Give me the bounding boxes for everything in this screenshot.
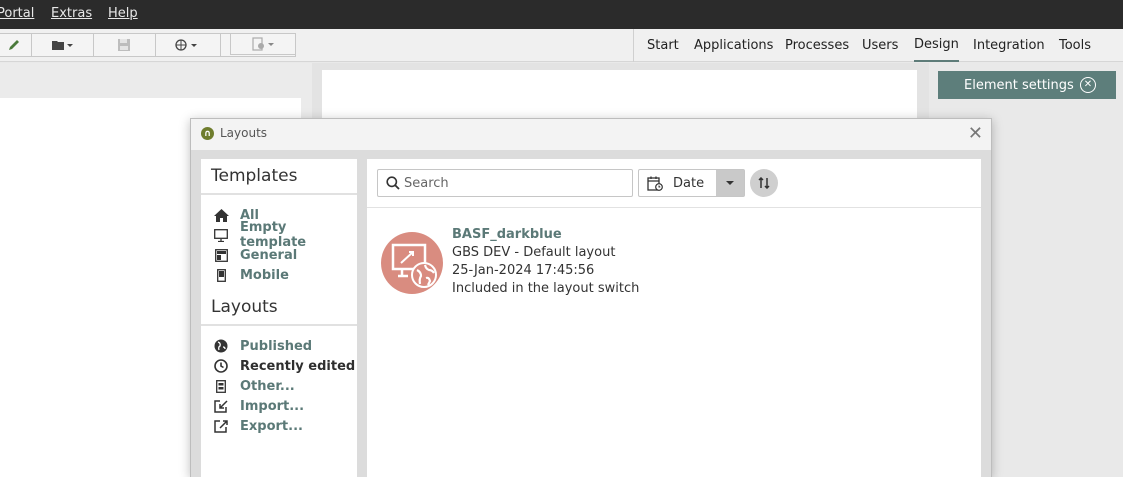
templates-heading: Templates <box>211 166 298 186</box>
sort-field-select[interactable]: Date <box>638 169 745 197</box>
pencil-icon <box>9 40 19 50</box>
nav-users[interactable]: Users <box>862 29 898 62</box>
clock-icon <box>213 358 229 374</box>
layout-export-label: Export... <box>240 418 303 434</box>
sort-arrows-icon <box>758 177 770 189</box>
nav-processes[interactable]: Processes <box>785 29 849 62</box>
menu-bar: Portal Extras Help <box>0 0 1123 29</box>
element-settings-header[interactable]: Element settings ✕ <box>938 71 1116 99</box>
toolbar: Start Applications Processes Users Desig… <box>0 29 1123 62</box>
results-panel: Search Date BASF_darkblue GBS DEV - Defa… <box>367 159 981 477</box>
document-icon <box>213 378 229 394</box>
divider <box>201 193 357 195</box>
edit-button[interactable] <box>0 34 29 56</box>
nav-integration[interactable]: Integration <box>973 29 1045 62</box>
template-empty[interactable]: Empty template <box>213 220 357 250</box>
close-icon[interactable]: ✕ <box>968 123 983 144</box>
layout-name[interactable]: BASF_darkblue <box>452 227 562 242</box>
layout-icon <box>213 247 229 263</box>
nav-design[interactable]: Design <box>914 29 959 62</box>
toolbar-button-group <box>0 33 296 57</box>
template-general[interactable]: General <box>213 246 297 264</box>
nav-tools[interactable]: Tools <box>1059 29 1091 62</box>
close-circle-icon[interactable]: ✕ <box>1080 77 1096 93</box>
mobile-icon <box>213 267 229 283</box>
layout-description: GBS DEV - Default layout <box>452 245 616 260</box>
layout-status: Included in the layout switch <box>452 281 640 296</box>
layout-other-label: Other... <box>240 378 295 394</box>
calendar-icon <box>647 176 663 191</box>
settings-dropdown-button[interactable] <box>230 33 296 55</box>
divider <box>201 324 357 326</box>
menu-help[interactable]: Help <box>108 6 138 21</box>
layouts-heading: Layouts <box>211 297 278 317</box>
layout-card[interactable]: BASF_darkblue GBS DEV - Default layout 2… <box>367 221 981 301</box>
folder-dropdown-icon <box>52 41 73 50</box>
layout-export[interactable]: Export... <box>213 417 303 435</box>
save-icon <box>118 39 130 51</box>
globe-icon <box>213 338 229 354</box>
layout-recently-edited[interactable]: Recently edited <box>213 357 355 375</box>
layout-recently-edited-label: Recently edited <box>240 358 356 374</box>
nav-applications[interactable]: Applications <box>694 29 773 62</box>
layout-thumbnail <box>381 232 443 294</box>
layout-import-label: Import... <box>240 398 305 414</box>
save-button[interactable] <box>94 34 154 56</box>
layout-published[interactable]: Published <box>213 337 312 355</box>
menu-portal[interactable]: Portal <box>0 6 34 21</box>
dialog-titlebar: ∩ Layouts ✕ <box>191 119 991 150</box>
layouts-dialog: ∩ Layouts ✕ Templates All Empty template… <box>190 118 992 477</box>
template-general-label: General <box>240 247 298 263</box>
filter-panel: Templates All Empty template General Mob… <box>201 159 357 477</box>
sort-order-button[interactable] <box>750 169 778 197</box>
template-mobile[interactable]: Mobile <box>213 266 289 284</box>
filter-bar: Search Date <box>367 159 981 208</box>
layout-import[interactable]: Import... <box>213 397 304 415</box>
search-input[interactable]: Search <box>377 169 633 197</box>
nav-divider <box>633 29 634 62</box>
menu-extras[interactable]: Extras <box>51 6 92 21</box>
settings-file-icon <box>252 37 274 51</box>
web-layout-icon <box>391 243 437 288</box>
template-mobile-label: Mobile <box>240 267 289 283</box>
layout-date: 25-Jan-2024 17:45:56 <box>452 263 595 278</box>
globe-dropdown-button[interactable] <box>156 34 218 56</box>
open-folder-button[interactable] <box>32 34 92 56</box>
home-icon <box>213 207 229 223</box>
sort-field-value: Date <box>673 176 705 191</box>
element-settings-label: Element settings <box>964 77 1074 93</box>
app-logo-icon: ∩ <box>201 127 214 140</box>
monitor-icon <box>213 227 229 243</box>
layout-published-label: Published <box>240 338 313 354</box>
globe-icon <box>175 39 197 51</box>
dialog-title: Layouts <box>220 126 268 140</box>
export-icon <box>213 418 229 434</box>
dialog-body: Templates All Empty template General Mob… <box>191 150 991 477</box>
search-placeholder: Search <box>404 175 449 191</box>
layout-other[interactable]: Other... <box>213 377 295 395</box>
nav-start[interactable]: Start <box>647 29 679 62</box>
import-icon <box>213 398 229 414</box>
search-icon <box>386 176 400 190</box>
chevron-down-icon[interactable] <box>716 170 744 196</box>
